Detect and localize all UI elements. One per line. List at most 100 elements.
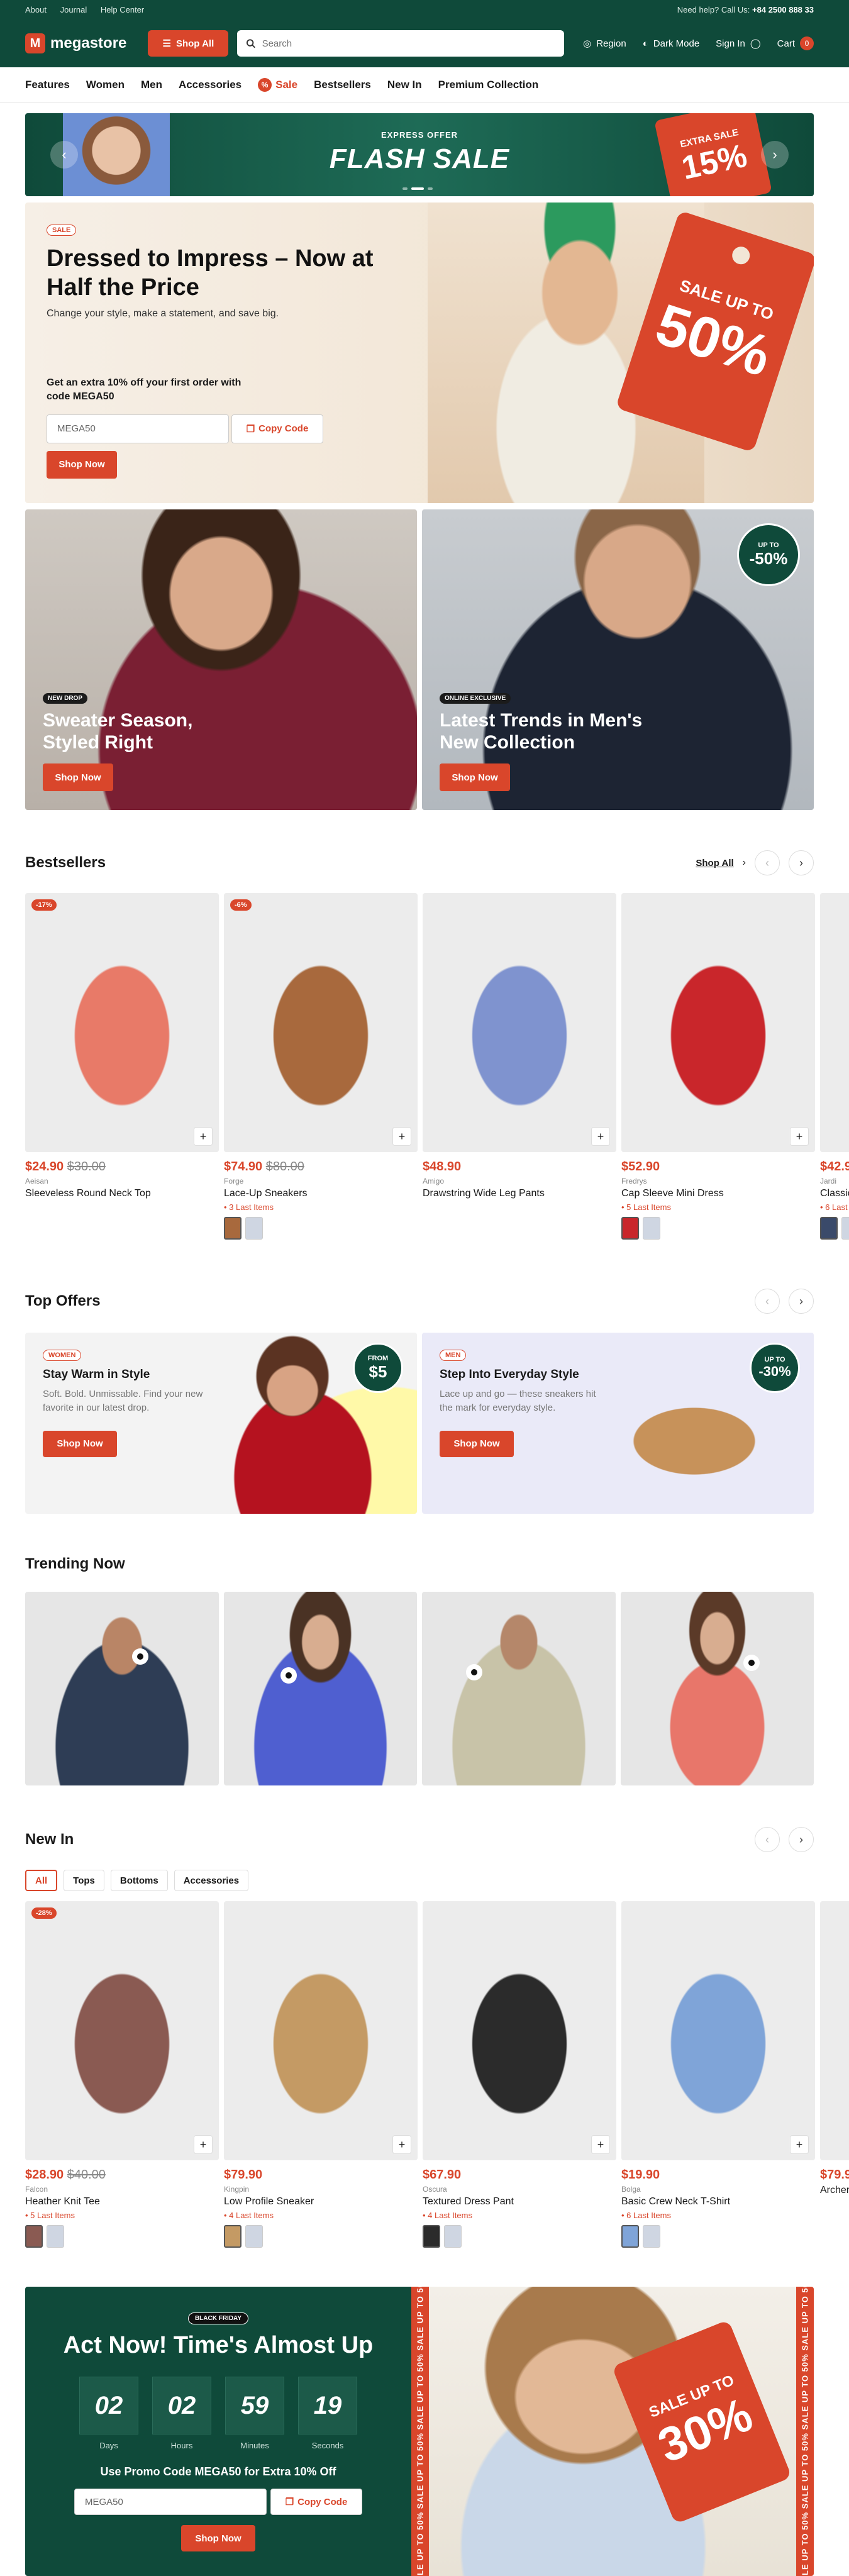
product-name[interactable]: Textured Dress Pant xyxy=(423,2196,616,2207)
product-name[interactable]: Drawstring Wide Leg Pants xyxy=(423,1188,616,1199)
nav-features[interactable]: Features xyxy=(25,79,70,91)
product-card[interactable]: -17% + $24.90 $30.00 Aeisan Sleeveless Round… xyxy=(25,893,219,1240)
prev-button[interactable]: ‹ xyxy=(755,1289,780,1314)
add-to-cart-button[interactable]: + xyxy=(194,2135,213,2154)
trending-card[interactable] xyxy=(620,1592,814,1785)
add-to-cart-button[interactable]: + xyxy=(790,1127,809,1146)
next-button[interactable]: › xyxy=(789,850,814,875)
prev-button[interactable]: ‹ xyxy=(755,1827,780,1852)
promo-card-sweater[interactable]: NEW DROP Sweater Season, Styled Right Sh… xyxy=(25,509,417,810)
product-card[interactable]: + $79.90 Kingpin Low Profile Sneaker • 4 La… xyxy=(224,1901,418,2248)
product-card[interactable]: + $67.90 Oscura Textured Dress Pant • 4 Las… xyxy=(423,1901,616,2248)
color-swatch[interactable] xyxy=(841,1217,849,1240)
add-to-cart-button[interactable]: + xyxy=(194,1127,213,1146)
nav-accessories[interactable]: Accessories xyxy=(179,79,241,91)
add-to-cart-button[interactable]: + xyxy=(591,2135,610,2154)
product-name[interactable]: Cap Sleeve Mini Dress xyxy=(621,1188,815,1199)
product-card[interactable]: -28% + $28.90 $40.00 Falcon Heather Knit Tee… xyxy=(25,1901,219,2248)
product-card[interactable]: + $52.90 Fredrys Cap Sleeve Mini Dress • 5 … xyxy=(621,893,815,1240)
nav-sale[interactable]: % Sale xyxy=(258,78,297,92)
carousel-dot[interactable] xyxy=(402,187,408,190)
color-swatch[interactable] xyxy=(643,1217,660,1240)
product-image[interactable]: + xyxy=(423,1901,616,2160)
hotspot-icon[interactable] xyxy=(743,1655,760,1671)
product-name[interactable]: Lace-Up Sneakers xyxy=(224,1188,418,1199)
carousel-prev-button[interactable]: ‹ xyxy=(50,141,78,169)
trending-card[interactable] xyxy=(223,1592,417,1785)
next-button[interactable]: › xyxy=(789,1827,814,1852)
hero-code-field[interactable]: MEGA50 xyxy=(47,414,229,443)
product-name[interactable]: Classic Shirt xyxy=(820,1188,849,1199)
promo-shop-now-button[interactable]: Shop Now xyxy=(43,763,113,791)
product-name[interactable]: Basic Crew Neck T-Shirt xyxy=(621,2196,815,2207)
product-card[interactable]: -6% + $74.90 $80.00 Forge Lace-Up Sneakers • … xyxy=(224,893,418,1240)
nav-premium-collection[interactable]: Premium Collection xyxy=(438,79,539,91)
product-name[interactable]: Archer xyxy=(820,2185,849,2196)
nav-men[interactable]: Men xyxy=(141,79,162,91)
sign-in-button[interactable]: Sign In ◯ xyxy=(716,38,761,50)
countdown-code-field[interactable]: MEGA50 xyxy=(74,2489,267,2515)
product-image[interactable]: -28% + xyxy=(25,1901,219,2160)
product-card[interactable]: + $48.90 Amigo Drawstring Wide Leg Pants xyxy=(423,893,616,1240)
trending-card[interactable] xyxy=(422,1592,616,1785)
carousel-dot[interactable] xyxy=(428,187,433,190)
flash-sale-banner[interactable]: EXPRESS OFFER FLASH SALE EXTRA SALE 15% … xyxy=(25,113,814,196)
add-to-cart-button[interactable]: + xyxy=(392,1127,411,1146)
color-swatch[interactable] xyxy=(245,1217,263,1240)
product-name[interactable]: Heather Knit Tee xyxy=(25,2196,219,2207)
product-image[interactable]: + xyxy=(621,893,815,1152)
product-image[interactable]: + xyxy=(621,1901,815,2160)
tab-bottoms[interactable]: Bottoms xyxy=(110,1870,168,1891)
add-to-cart-button[interactable]: + xyxy=(790,2135,809,2154)
carousel-next-button[interactable]: › xyxy=(761,141,789,169)
product-name[interactable]: Low Profile Sneaker xyxy=(224,2196,418,2207)
color-swatch[interactable] xyxy=(245,2225,263,2248)
color-swatch[interactable] xyxy=(224,2225,241,2248)
trending-card[interactable] xyxy=(25,1592,219,1785)
color-swatch[interactable] xyxy=(621,2225,639,2248)
hotspot-icon[interactable] xyxy=(280,1667,297,1684)
countdown-shop-now-button[interactable]: Shop Now xyxy=(181,2525,255,2551)
hero-shop-now-button[interactable]: Shop Now xyxy=(47,450,117,479)
color-swatch[interactable] xyxy=(423,2225,440,2248)
product-image[interactable]: + xyxy=(224,1901,418,2160)
offer-shop-now-button[interactable]: Shop Now xyxy=(440,1430,514,1457)
carousel-dot-active[interactable] xyxy=(411,187,424,190)
promo-card-men[interactable]: UP TO -50% ONLINE EXCLUSIVE Latest Trend… xyxy=(422,509,814,810)
link-about[interactable]: About xyxy=(25,5,47,14)
cart-button[interactable]: Cart 0 xyxy=(777,36,814,50)
nav-new-in[interactable]: New In xyxy=(387,79,422,91)
color-swatch[interactable] xyxy=(643,2225,660,2248)
dark-mode-toggle[interactable]: ◐ Dark Mode xyxy=(643,38,699,49)
product-card[interactable]: + $19.90 Bolga Basic Crew Neck T-Shirt • 6 … xyxy=(621,1901,815,2248)
product-image[interactable]: + xyxy=(820,1901,849,2160)
help-phone[interactable]: +84 2500 888 33 xyxy=(752,5,814,14)
next-button[interactable]: › xyxy=(789,1289,814,1314)
add-to-cart-button[interactable]: + xyxy=(591,1127,610,1146)
product-card[interactable]: + $42.90 Jardi Classic Shirt • 6 Last Items xyxy=(820,893,849,1240)
link-journal[interactable]: Journal xyxy=(60,5,87,14)
shop-all-link[interactable]: Shop All xyxy=(696,858,733,869)
countdown-copy-code-button[interactable]: ❐ Copy Code xyxy=(270,2489,362,2515)
hotspot-icon[interactable] xyxy=(466,1664,482,1680)
add-to-cart-button[interactable]: + xyxy=(392,2135,411,2154)
color-swatch[interactable] xyxy=(444,2225,462,2248)
color-swatch[interactable] xyxy=(621,1217,639,1240)
search-input[interactable] xyxy=(262,38,556,49)
offer-shop-now-button[interactable]: Shop Now xyxy=(43,1430,117,1457)
color-swatch[interactable] xyxy=(47,2225,64,2248)
link-help-center[interactable]: Help Center xyxy=(101,5,144,14)
tab-tops[interactable]: Tops xyxy=(64,1870,104,1891)
hero-copy-code-button[interactable]: ❐ Copy Code xyxy=(231,414,323,443)
offer-card-men[interactable]: UP TO -30% MEN Step Into Everyday Style L… xyxy=(422,1333,814,1514)
prev-button[interactable]: ‹ xyxy=(755,850,780,875)
tab-accessories[interactable]: Accessories xyxy=(174,1870,249,1891)
product-image[interactable]: + xyxy=(820,893,849,1152)
region-selector[interactable]: ◎ Region xyxy=(583,38,626,50)
nav-women[interactable]: Women xyxy=(86,79,125,91)
shop-all-button[interactable]: ☰ Shop All xyxy=(148,30,229,57)
logo[interactable]: M megastore xyxy=(25,33,126,53)
color-swatch[interactable] xyxy=(25,2225,43,2248)
color-swatch[interactable] xyxy=(224,1217,241,1240)
product-image[interactable]: -17% + xyxy=(25,893,219,1152)
